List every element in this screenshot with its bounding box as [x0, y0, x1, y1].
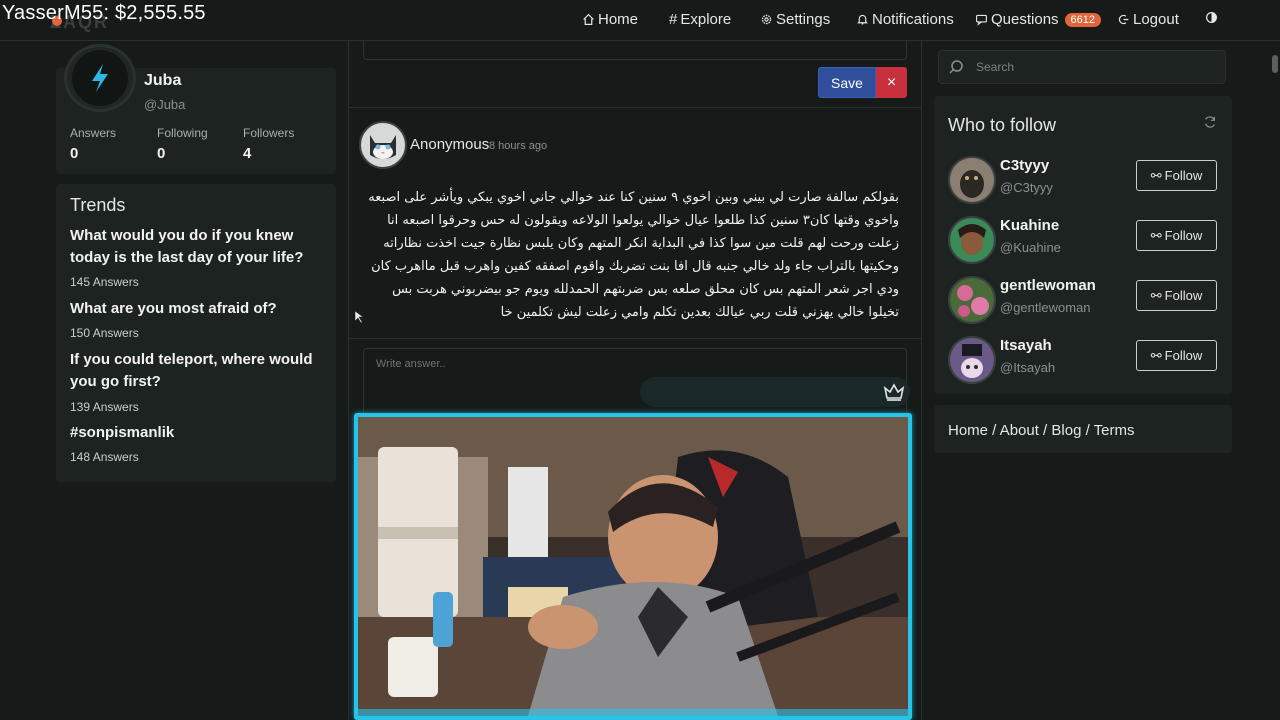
nav-logout-label: Logout	[1133, 11, 1179, 28]
nav-explore[interactable]: # Explore	[669, 11, 731, 28]
who-to-follow-title: Who to follow	[948, 115, 1057, 135]
answer-placeholder: Write answer..	[376, 358, 446, 370]
stream-donation-overlay: YasserM55: $2,555.55	[2, 2, 206, 24]
trends-title: Trends	[70, 195, 126, 215]
nav-settings[interactable]: Settings	[760, 11, 830, 28]
profile-name[interactable]: Juba	[144, 72, 181, 90]
user-avatar[interactable]	[948, 216, 996, 264]
answers-label: Answers	[70, 126, 117, 140]
cat-avatar-icon	[370, 135, 396, 159]
search-icon	[949, 60, 963, 74]
nav-home[interactable]: Home	[582, 11, 638, 28]
user-handle: @Kuahine	[1000, 240, 1061, 255]
follow-button[interactable]: ⚯ Follow	[1136, 220, 1217, 251]
user-name[interactable]: gentlewoman	[1000, 277, 1096, 294]
nav-home-label: Home	[598, 11, 639, 28]
home-icon	[583, 13, 594, 25]
refresh-icon[interactable]	[1203, 115, 1217, 129]
follow-label: Follow	[1164, 228, 1203, 243]
questions-count-badge: 6612	[1064, 12, 1102, 27]
nav-questions-label: Questions	[991, 11, 1059, 28]
lightning-logo-icon	[92, 64, 108, 92]
nav-notifications-label: Notifications	[872, 11, 954, 28]
follow-button[interactable]: ⚯ Follow	[1136, 160, 1217, 191]
avatar-image	[950, 218, 994, 262]
gear-icon	[761, 14, 772, 25]
nav-settings-label: Settings	[776, 11, 831, 28]
user-avatar[interactable]	[948, 156, 996, 204]
followers-label: Followers	[243, 126, 295, 140]
user-handle: @Itsayah	[1000, 360, 1056, 375]
add-user-icon: ⚯	[1150, 287, 1162, 303]
nav-logout[interactable]: Logout	[1117, 11, 1179, 28]
trend-question[interactable]: What would you do if you knew today is t…	[70, 225, 328, 269]
crown-icon	[883, 383, 905, 401]
user-handle: @C3tyyy	[1000, 180, 1053, 195]
avatar-image	[950, 278, 994, 322]
user-name[interactable]: Itsayah	[1000, 337, 1052, 354]
profile-handle: @Juba	[144, 97, 186, 112]
user-handle: @gentlewoman	[1000, 300, 1091, 315]
contrast-icon	[1206, 12, 1217, 23]
trend-answers: 150 Answers	[70, 326, 139, 340]
trend-question[interactable]: What are you most afraid of?	[70, 298, 328, 320]
theme-toggle[interactable]	[1205, 11, 1218, 24]
following-count[interactable]: 0	[157, 145, 165, 162]
scrollbar-thumb[interactable]	[1272, 55, 1278, 73]
webcam-image	[358, 417, 908, 716]
following-label: Following	[157, 126, 208, 140]
trend-question[interactable]: #sonpismanlik	[70, 422, 328, 444]
stream-overlay-bar	[640, 377, 910, 407]
follow-label: Follow	[1164, 288, 1203, 303]
profile-avatar[interactable]	[64, 44, 136, 112]
post-body: بقولكم سالفة صارت لي بيني وبين اخوي ٩ سن…	[368, 190, 899, 320]
nav-explore-label: Explore	[680, 11, 732, 28]
follow-label: Follow	[1164, 168, 1203, 183]
save-button[interactable]: Save	[818, 67, 876, 98]
answers-count[interactable]: 0	[70, 145, 78, 162]
user-avatar[interactable]	[948, 276, 996, 324]
footer-links[interactable]: Home / About / Blog / Terms	[948, 422, 1134, 439]
nav-notifications[interactable]: Notifications	[856, 11, 954, 28]
trend-answers: 139 Answers	[70, 400, 139, 414]
bell-icon	[857, 14, 868, 25]
scrollbar[interactable]	[1270, 41, 1280, 720]
avatar-image	[950, 338, 994, 382]
post-author[interactable]: Anonymous	[410, 136, 489, 153]
user-name[interactable]: C3tyyy	[1000, 157, 1049, 174]
search-placeholder: Search	[976, 60, 1015, 74]
user-name[interactable]: Kuahine	[1000, 217, 1059, 234]
trend-answers: 148 Answers	[70, 450, 139, 464]
nav-questions[interactable]: Questions 6612	[975, 11, 1102, 28]
add-user-icon: ⚯	[1150, 167, 1162, 183]
avatar-image	[950, 158, 994, 202]
logout-icon	[1118, 14, 1129, 25]
user-avatar[interactable]	[948, 336, 996, 384]
trend-answers: 145 Answers	[70, 275, 139, 289]
followers-count[interactable]: 4	[243, 145, 251, 162]
divider	[349, 107, 921, 108]
anonymous-avatar[interactable]	[359, 121, 407, 169]
follow-label: Follow	[1164, 348, 1203, 363]
divider	[349, 338, 921, 339]
chat-icon	[976, 14, 987, 26]
follow-button[interactable]: ⚯ Follow	[1136, 340, 1217, 371]
hash-icon: #	[669, 11, 678, 28]
post-timestamp: 8 hours ago	[489, 140, 548, 152]
follow-button[interactable]: ⚯ Follow	[1136, 280, 1217, 311]
close-button[interactable]: ×	[876, 67, 907, 98]
question-editor[interactable]	[363, 41, 907, 60]
trend-question[interactable]: If you could teleport, where would you g…	[70, 349, 328, 393]
add-user-icon: ⚯	[1150, 227, 1162, 243]
webcam-overlay	[354, 413, 912, 720]
add-user-icon: ⚯	[1150, 347, 1162, 363]
mouse-cursor-icon	[355, 311, 363, 323]
